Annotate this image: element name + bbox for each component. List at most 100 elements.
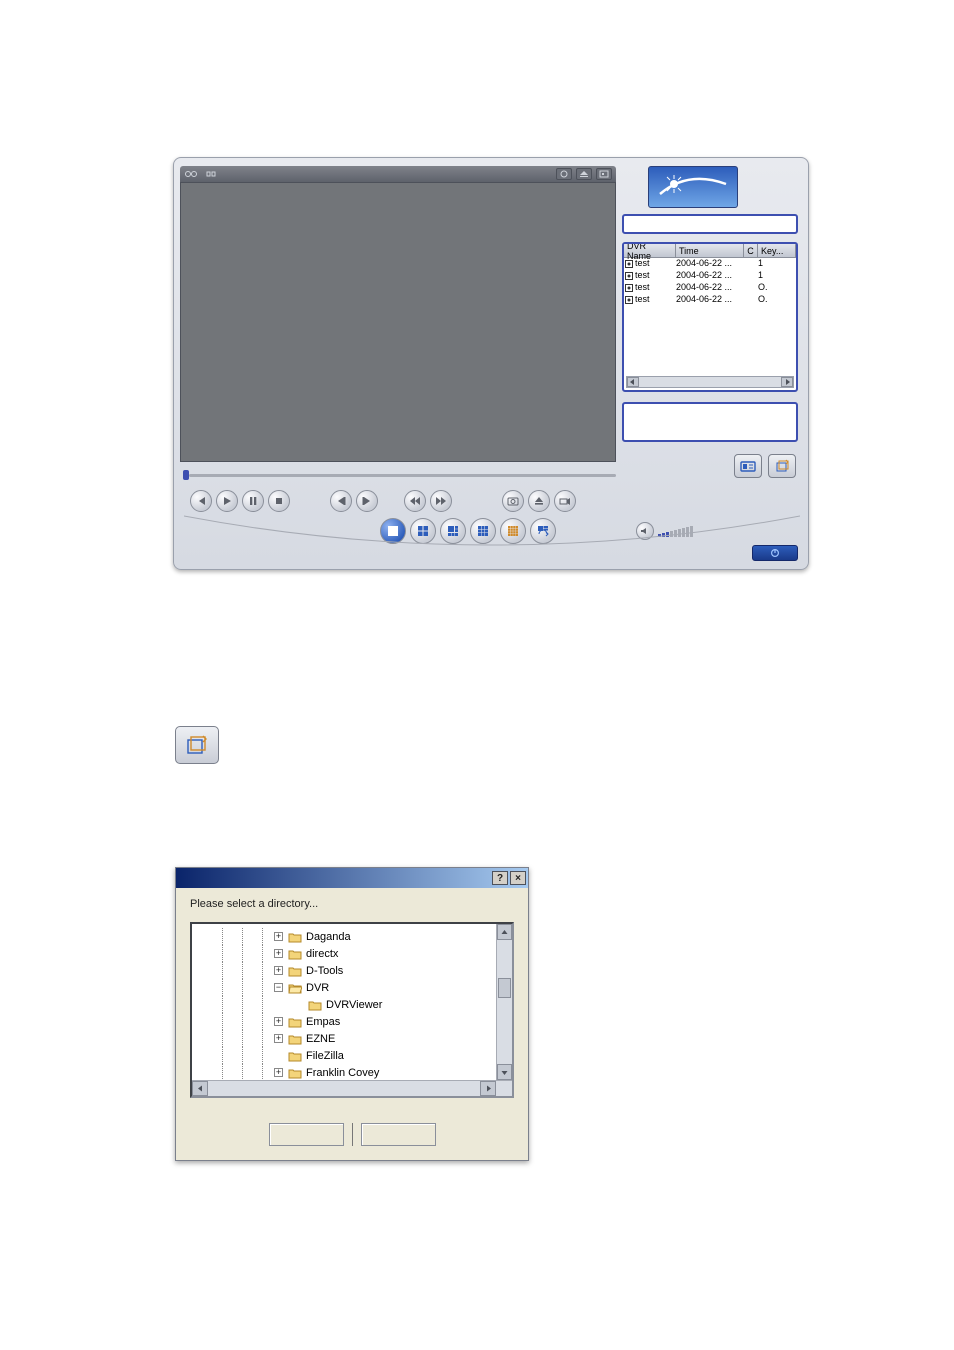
layout-16-button[interactable] (500, 518, 526, 544)
tree-item-label: EZNE (306, 1033, 335, 1045)
row-key: 1 (758, 270, 796, 282)
search-field[interactable] (622, 214, 798, 234)
scroll-left-button[interactable] (192, 1081, 208, 1096)
tree-item[interactable]: + Empas (192, 1013, 382, 1030)
step-fwd-button[interactable] (356, 490, 378, 512)
dialog-help-button[interactable]: ? (492, 871, 508, 885)
volume-bar[interactable] (682, 528, 685, 537)
scroll-left-button[interactable] (627, 377, 639, 387)
titlebar-eject-icon[interactable] (576, 168, 592, 180)
list-header-c[interactable]: C (744, 244, 758, 257)
divider (352, 1123, 353, 1146)
scroll-thumb[interactable] (498, 978, 511, 998)
layout-rotate-button[interactable] (530, 518, 556, 544)
snapshot-button[interactable] (502, 490, 524, 512)
row-name: test (634, 282, 676, 294)
list-row[interactable]: test2004-06-22 ...1 (624, 270, 796, 282)
tree-expand-toggle[interactable]: + (274, 966, 283, 975)
tree-h-scrollbar[interactable] (192, 1080, 512, 1096)
pause-button[interactable] (242, 490, 264, 512)
volume-bar[interactable] (662, 533, 665, 537)
scroll-down-button[interactable] (497, 1064, 512, 1080)
dialog-button-row (176, 1123, 528, 1146)
tree-expand-toggle[interactable]: + (274, 1068, 283, 1077)
tree-expand-toggle[interactable]: + (274, 1034, 283, 1043)
player-titlebar (180, 166, 616, 182)
row-name: test (634, 258, 676, 270)
folder-icon (288, 1050, 302, 1062)
titlebar-btn-3[interactable] (596, 168, 612, 180)
volume-bar[interactable] (678, 529, 681, 537)
folder-treeview[interactable]: + Daganda +directx+D-Tools−DVRDVRViewer + Em… (190, 922, 514, 1098)
open-folder-button-standalone[interactable] (175, 726, 219, 764)
tree-item-label: Daganda (306, 931, 351, 943)
titlebar-btn-1[interactable] (556, 168, 572, 180)
volume-bar[interactable] (658, 534, 661, 537)
row-key: O. (758, 294, 796, 306)
tree-item[interactable]: DVRViewer (192, 996, 382, 1013)
folder-browse-dialog: ? × Please select a directory... +Dagand… (175, 867, 529, 1161)
open-folder-button[interactable] (768, 454, 796, 478)
layout-6-button[interactable] (440, 518, 466, 544)
list-header-name[interactable]: DVR Name (624, 244, 676, 257)
tree-item[interactable]: +D-Tools (192, 962, 382, 979)
row-c (744, 258, 758, 270)
fast-button[interactable] (430, 490, 452, 512)
tree-item[interactable]: FileZilla (192, 1047, 382, 1064)
step-back-button[interactable] (330, 490, 352, 512)
dialog-cancel-button[interactable] (361, 1123, 436, 1146)
dialog-close-button[interactable]: × (510, 871, 526, 885)
eject-button[interactable] (528, 490, 550, 512)
tree-expand-toggle[interactable]: + (274, 932, 283, 941)
play-button[interactable] (216, 490, 238, 512)
volume-bar[interactable] (674, 530, 677, 537)
volume-bar[interactable] (690, 526, 693, 537)
folder-icon (288, 965, 302, 977)
row-key: O. (758, 282, 796, 294)
scroll-right-button[interactable] (781, 377, 793, 387)
volume-control[interactable] (636, 522, 693, 540)
scroll-right-button[interactable] (480, 1081, 496, 1096)
tree-expand-toggle[interactable]: + (274, 949, 283, 958)
list-h-scrollbar[interactable] (626, 376, 794, 388)
layout-1-button[interactable] (380, 518, 406, 544)
tree-item[interactable]: −DVR (192, 979, 382, 996)
camera-button[interactable] (554, 490, 576, 512)
tree-v-scrollbar[interactable] (496, 924, 512, 1080)
stop-button[interactable] (268, 490, 290, 512)
list-rows-container: test2004-06-22 ...1test2004-06-22 ...1te… (624, 258, 796, 306)
layout-4-button[interactable] (410, 518, 436, 544)
volume-bar[interactable] (686, 527, 689, 537)
tree-item[interactable]: + EZNE (192, 1030, 382, 1047)
tree-item[interactable]: +directx (192, 945, 382, 962)
dialog-ok-button[interactable] (269, 1123, 344, 1146)
folder-icon (288, 982, 302, 994)
row-c (744, 282, 758, 294)
volume-bar[interactable] (666, 532, 669, 537)
seek-slider[interactable] (186, 470, 616, 480)
list-row[interactable]: test2004-06-22 ...O. (624, 282, 796, 294)
list-row[interactable]: test2004-06-22 ...1 (624, 258, 796, 270)
link-icon (204, 168, 218, 180)
tree-item[interactable]: +Franklin Covey (192, 1064, 382, 1081)
slow-button[interactable] (404, 490, 426, 512)
list-header-key[interactable]: Key... (758, 244, 796, 257)
tree-item-label: Empas (306, 1016, 340, 1028)
layout-9-button[interactable] (470, 518, 496, 544)
list-row[interactable]: test2004-06-22 ...O. (624, 294, 796, 306)
volume-bars[interactable] (658, 525, 693, 537)
volume-bar[interactable] (670, 531, 673, 537)
player-panel: DVR Name Time C Key... test2004-06-22 ..… (173, 157, 809, 570)
scroll-up-button[interactable] (497, 924, 512, 940)
mute-button[interactable] (636, 522, 654, 540)
event-listbox[interactable]: DVR Name Time C Key... test2004-06-22 ..… (622, 242, 798, 392)
id-card-button[interactable] (734, 454, 762, 478)
tree-item[interactable]: + Daganda (192, 928, 382, 945)
list-header-time[interactable]: Time (676, 244, 744, 257)
prev-button[interactable] (190, 490, 212, 512)
detail-box (622, 402, 798, 442)
tree-expand-toggle[interactable]: − (274, 983, 283, 992)
power-button[interactable] (752, 545, 798, 561)
tree-expand-toggle[interactable]: + (274, 1017, 283, 1026)
folder-icon (288, 1016, 302, 1028)
